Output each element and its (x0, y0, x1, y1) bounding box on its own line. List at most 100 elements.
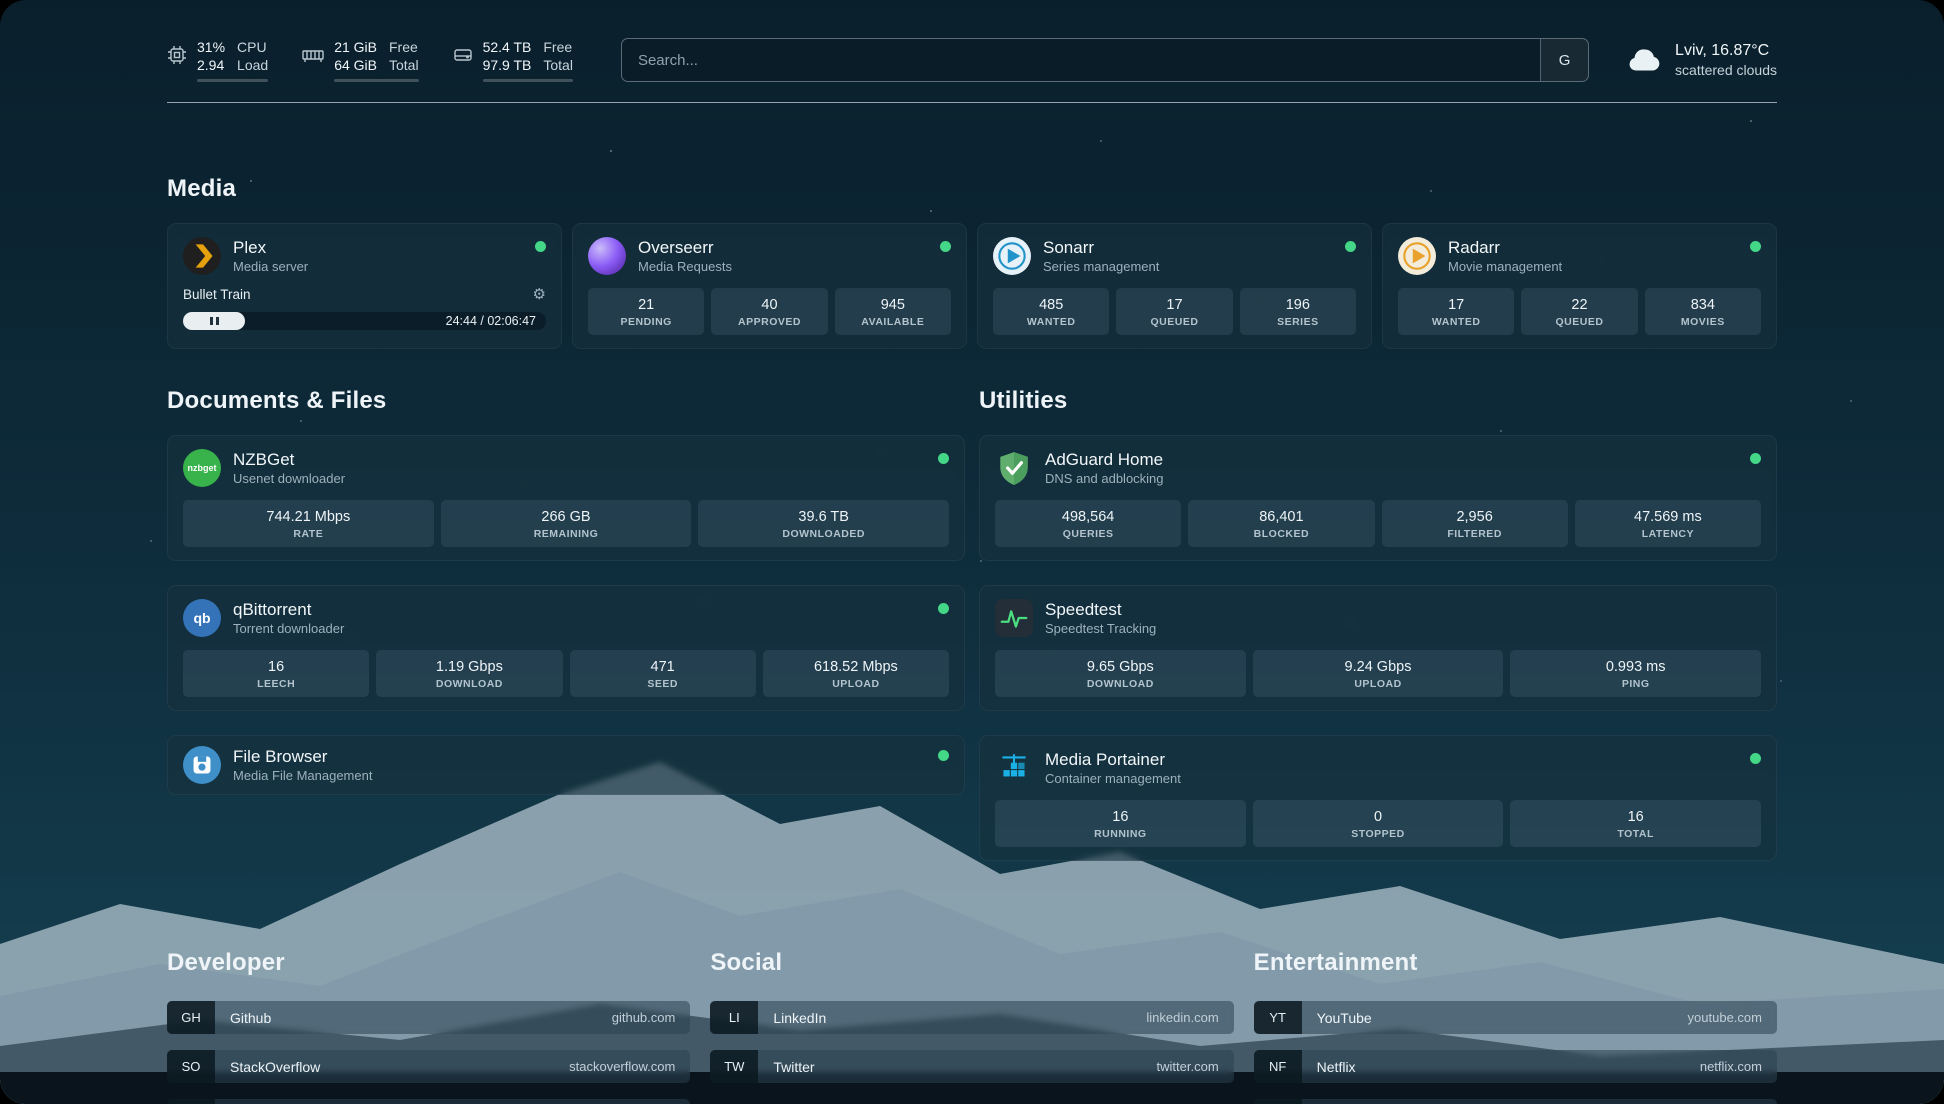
stat-value: 618.52 Mbps (767, 658, 945, 676)
bookmark-stackoverflow[interactable]: SO StackOverflow stackoverflow.com (167, 1050, 690, 1083)
stat-value: 744.21 Mbps (187, 508, 430, 526)
bookmark-github[interactable]: GH Github github.com (167, 1001, 690, 1034)
nzbget-card[interactable]: nzbget NZBGet Usenet downloader 744.21 M… (167, 435, 965, 561)
memory-widget: 21 GiB Free 64 GiB Total (302, 39, 418, 82)
bookmark-dev[interactable]: DT DEV dev.to (167, 1099, 690, 1104)
search-provider-button[interactable]: G (1540, 39, 1588, 81)
bookmark-abbr: TW (710, 1050, 758, 1083)
memory-free: 21 GiB (334, 39, 377, 56)
bookmark-netflix[interactable]: NF Netflix netflix.com (1254, 1050, 1777, 1083)
bookmark-reddit[interactable]: RE Reddit reddit.com (1254, 1099, 1777, 1104)
section-title-documents: Documents & Files (167, 387, 965, 415)
portainer-card[interactable]: Media Portainer Container management 16 … (979, 735, 1777, 861)
service-name: File Browser (233, 746, 372, 767)
bookmark-abbr: GH (167, 1001, 215, 1034)
service-desc: Movie management (1448, 258, 1562, 275)
service-desc: Media Requests (638, 258, 732, 275)
stat-queued: 22 QUEUED (1521, 288, 1637, 335)
stat-value: 21 (592, 296, 700, 314)
stat-leech: 16 LEECH (183, 650, 369, 697)
bookmark-abbr: NF (1254, 1050, 1302, 1083)
overseerr-card[interactable]: Overseerr Media Requests 21 PENDING 40 A… (572, 223, 967, 349)
stat-value: 485 (997, 296, 1105, 314)
stat-value: 17 (1120, 296, 1228, 314)
status-dot (1750, 453, 1761, 464)
status-dot (1750, 753, 1761, 764)
bookmark-twitter[interactable]: TW Twitter twitter.com (710, 1050, 1233, 1083)
nzbget-icon: nzbget (183, 449, 221, 487)
plex-card[interactable]: Plex Media server Bullet Train ⚙ 24:44 /… (167, 223, 562, 349)
sonarr-card[interactable]: Sonarr Series management 485 WANTED 17 Q… (977, 223, 1372, 349)
stat-value: 16 (1514, 808, 1757, 826)
status-dot (938, 603, 949, 614)
bookmark-name: YouTube (1317, 1010, 1372, 1026)
section-title-developer: Developer (167, 949, 690, 977)
stat-value: 16 (187, 658, 365, 676)
service-desc: Series management (1043, 258, 1159, 275)
stat-value: 2,956 (1386, 508, 1564, 526)
stat-download: 9.65 Gbps DOWNLOAD (995, 650, 1246, 697)
stat-value: 39.6 TB (702, 508, 945, 526)
stat-value: 16 (999, 808, 1242, 826)
stat-queries: 498,564 QUERIES (995, 500, 1181, 547)
speedtest-card[interactable]: Speedtest Speedtest Tracking 9.65 Gbps D… (979, 585, 1777, 711)
status-dot (940, 241, 951, 252)
stat-label: SEED (574, 678, 752, 690)
adguard-icon (995, 449, 1033, 487)
weather-location-temp: Lviv, 16.87°C (1675, 41, 1777, 61)
dashboard-frame: 31% CPU 2.94 Load 21 GiB Free 64 GiB Tot… (0, 0, 1944, 1104)
stat-label: QUERIES (999, 528, 1177, 540)
disk-free: 52.4 TB (483, 39, 532, 56)
stat-label: PENDING (592, 316, 700, 328)
stat-label: MOVIES (1649, 316, 1757, 328)
stat-download: 1.19 Gbps DOWNLOAD (376, 650, 562, 697)
service-desc: Media File Management (233, 767, 372, 784)
stat-total: 16 TOTAL (1510, 800, 1761, 847)
stat-pending: 21 PENDING (588, 288, 704, 335)
qbittorrent-card[interactable]: qb qBittorrent Torrent downloader 16 LEE… (167, 585, 965, 711)
stat-label: DOWNLOAD (999, 678, 1242, 690)
now-playing-title: Bullet Train (183, 287, 251, 302)
bookmarks-social: Social LI LinkedIn linkedin.com TW Twitt… (710, 949, 1233, 1104)
documents-section: Documents & Files nzbget NZBGet Usenet d… (167, 387, 965, 885)
pause-button[interactable] (183, 312, 245, 330)
playback-time: 24:44 / 02:06:47 (446, 314, 546, 328)
disk-widget: 52.4 TB Free 97.9 TB Total (453, 39, 573, 82)
filebrowser-card[interactable]: File Browser Media File Management (167, 735, 965, 795)
service-desc: Usenet downloader (233, 470, 345, 487)
stat-label: DOWNLOADED (702, 528, 945, 540)
sonarr-icon (993, 237, 1031, 275)
stat-label: QUEUED (1525, 316, 1633, 328)
stat-label: SERIES (1244, 316, 1352, 328)
stat-upload: 9.24 Gbps UPLOAD (1253, 650, 1504, 697)
adguard-card[interactable]: AdGuard Home DNS and adblocking 498,564 … (979, 435, 1777, 561)
stat-value: 834 (1649, 296, 1757, 314)
stat-wanted: 17 WANTED (1398, 288, 1514, 335)
service-name: NZBGet (233, 449, 345, 470)
cpu-load: 2.94 (197, 57, 225, 74)
topbar-divider (167, 102, 1777, 103)
stat-label: QUEUED (1120, 316, 1228, 328)
stat-label: UPLOAD (1257, 678, 1500, 690)
radarr-card[interactable]: Radarr Movie management 17 WANTED 22 QUE… (1382, 223, 1777, 349)
disk-total: 97.9 TB (483, 57, 532, 74)
stat-label: AVAILABLE (839, 316, 947, 328)
bookmark-linkedin[interactable]: LI LinkedIn linkedin.com (710, 1001, 1233, 1034)
stat-wanted: 485 WANTED (993, 288, 1109, 335)
memory-total: 64 GiB (334, 57, 377, 74)
top-bar: 31% CPU 2.94 Load 21 GiB Free 64 GiB Tot… (167, 38, 1777, 82)
cpu-label: CPU (237, 39, 268, 56)
stat-running: 16 RUNNING (995, 800, 1246, 847)
disk-total-label: Total (543, 57, 573, 74)
stat-value: 1.19 Gbps (380, 658, 558, 676)
bookmark-youtube[interactable]: YT YouTube youtube.com (1254, 1001, 1777, 1034)
bookmarks-entertainment: Entertainment YT YouTube youtube.com NF … (1254, 949, 1777, 1104)
stat-label: APPROVED (715, 316, 823, 328)
stat-available: 945 AVAILABLE (835, 288, 951, 335)
stat-label: LATENCY (1579, 528, 1757, 540)
service-name: Overseerr (638, 237, 732, 258)
gear-icon[interactable]: ⚙ (533, 285, 546, 303)
playback-progress-bar[interactable]: 24:44 / 02:06:47 (183, 312, 546, 330)
section-title-social: Social (710, 949, 1233, 977)
search-input[interactable] (622, 39, 1540, 81)
